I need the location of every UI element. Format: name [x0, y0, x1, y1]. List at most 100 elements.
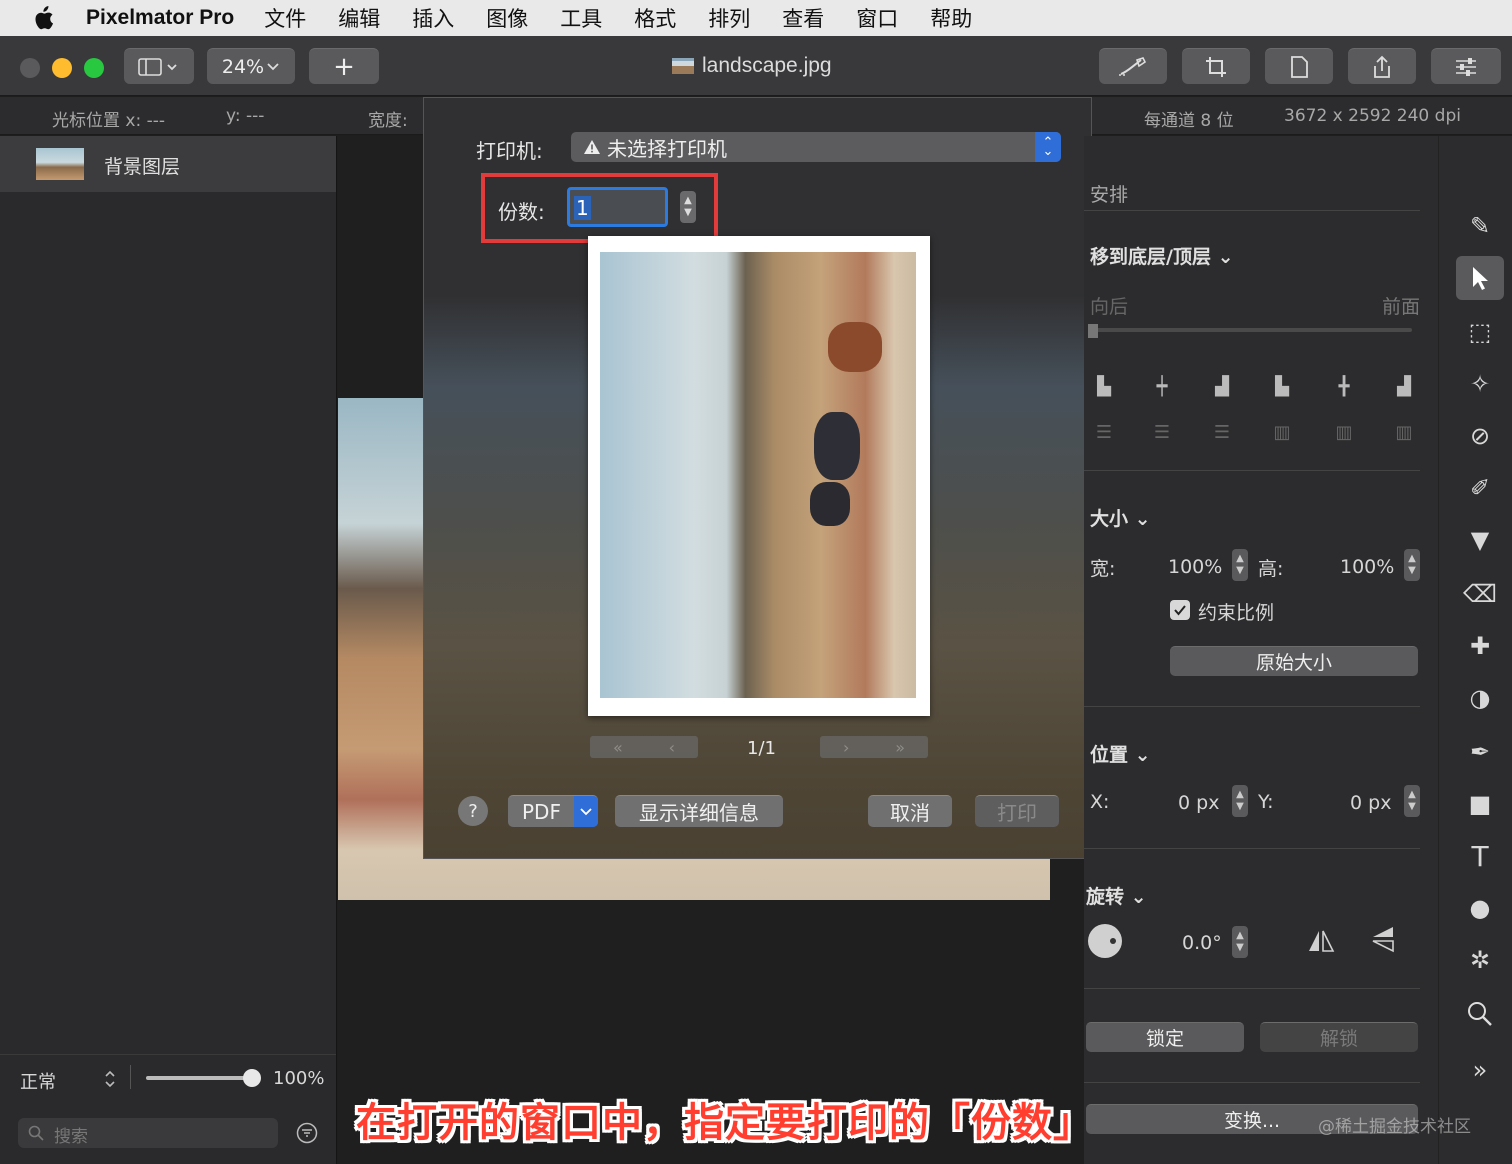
zoom-window-button[interactable]: [84, 58, 104, 78]
align-center-h-icon[interactable]: ┿: [1150, 376, 1174, 398]
magic-select-icon[interactable]: ✧: [1456, 362, 1504, 406]
distribute-icon[interactable]: ☰: [1092, 422, 1116, 444]
retouch-icon[interactable]: ✚: [1456, 624, 1504, 668]
menu-view[interactable]: 查看: [782, 3, 824, 33]
align-left-top-icon[interactable]: ▙: [1092, 376, 1116, 398]
x-stepper[interactable]: ▲ ▼: [1232, 785, 1248, 817]
move-to-back-front-menu[interactable]: 移到底层/顶层 ⌄: [1090, 242, 1234, 269]
x-value[interactable]: 0 px: [1178, 792, 1219, 814]
flip-horizontal-icon[interactable]: [1306, 928, 1336, 954]
prev-page-icon[interactable]: ‹: [669, 738, 675, 757]
first-page-icon[interactable]: «: [613, 738, 623, 757]
apple-menu-icon[interactable]: [0, 6, 86, 30]
menu-arrange[interactable]: 排列: [708, 3, 750, 33]
show-details-button[interactable]: 显示详细信息: [615, 795, 783, 827]
distribute-icon[interactable]: ▥: [1270, 422, 1294, 444]
copies-stepper[interactable]: ▲ ▼: [680, 191, 696, 223]
document-button[interactable]: [1265, 48, 1333, 84]
rectangle-select-icon[interactable]: ⬚: [1456, 310, 1504, 354]
paint-brush-icon[interactable]: ✐: [1456, 466, 1504, 510]
pdf-label: PDF: [522, 799, 561, 824]
color-picker-icon[interactable]: ●: [1456, 886, 1504, 930]
rotation-value[interactable]: 0.0°: [1182, 932, 1222, 954]
rotation-stepper[interactable]: ▲ ▼: [1232, 926, 1248, 958]
cancel-button[interactable]: 取消: [868, 795, 952, 827]
adjustments-button[interactable]: [1431, 48, 1501, 84]
style-tool-icon[interactable]: ✎: [1456, 204, 1504, 248]
menu-window[interactable]: 窗口: [856, 3, 898, 33]
minimize-window-button[interactable]: [52, 58, 72, 78]
eraser-icon[interactable]: ⌫: [1456, 572, 1504, 616]
arrange-inspector: 安排 移到底层/顶层 ⌄ 向后 前面 ▙ ┿ ▟ ▙ ╋ ▟ ☰ ☰ ☰ ▥ ▥…: [1084, 136, 1438, 1164]
document-icon: [1291, 55, 1308, 78]
width-stepper[interactable]: ▲ ▼: [1232, 549, 1248, 581]
align-right-icon[interactable]: ▟: [1392, 376, 1416, 398]
color-adjust-icon[interactable]: ⊘: [1456, 414, 1504, 458]
lock-button[interactable]: 锁定: [1086, 1022, 1244, 1052]
layer-order-slider[interactable]: [1088, 324, 1412, 338]
share-button[interactable]: [1348, 48, 1416, 84]
paint-bucket-icon[interactable]: ▼: [1456, 518, 1504, 562]
help-button[interactable]: ?: [458, 796, 488, 826]
opacity-slider-knob[interactable]: [243, 1069, 261, 1087]
slider-knob[interactable]: [1088, 324, 1098, 338]
last-page-icon[interactable]: »: [895, 738, 905, 757]
opacity-slider[interactable]: [146, 1069, 261, 1087]
filter-icon[interactable]: [296, 1122, 318, 1144]
height-stepper[interactable]: ▲ ▼: [1404, 549, 1420, 581]
align-center-v-icon[interactable]: ╋: [1332, 376, 1356, 398]
distribute-icon[interactable]: ▥: [1392, 422, 1416, 444]
distribute-icon[interactable]: ☰: [1210, 422, 1234, 444]
menu-image[interactable]: 图像: [486, 3, 528, 33]
y-value[interactable]: 0 px: [1350, 792, 1391, 814]
distribute-icon[interactable]: ▥: [1332, 422, 1356, 444]
pdf-menu-button[interactable]: PDF: [508, 795, 598, 827]
layer-search-field[interactable]: 搜索: [18, 1118, 278, 1148]
next-page-icon[interactable]: ›: [843, 738, 849, 757]
align-left-icon[interactable]: ▙: [1270, 376, 1294, 398]
rotation-dial[interactable]: [1088, 924, 1122, 958]
menu-tools[interactable]: 工具: [560, 3, 602, 33]
position-section-title[interactable]: 位置 ⌄: [1090, 740, 1151, 767]
menu-edit[interactable]: 编辑: [338, 3, 380, 33]
shape-icon[interactable]: ■: [1456, 782, 1504, 826]
constrain-checkbox[interactable]: [1170, 600, 1190, 620]
unlock-button[interactable]: 解锁: [1260, 1022, 1418, 1052]
layer-row[interactable]: 背景图层: [0, 136, 336, 192]
dial-indicator: [1110, 938, 1116, 944]
align-right-bottom-icon[interactable]: ▟: [1210, 376, 1234, 398]
next-page-buttons[interactable]: ›»: [820, 736, 928, 758]
rotate-section-title[interactable]: 旋转 ⌄: [1086, 882, 1147, 909]
style-tool-button[interactable]: [1099, 48, 1167, 84]
pen-icon[interactable]: ✒: [1456, 730, 1504, 774]
print-button[interactable]: 打印: [975, 795, 1059, 827]
menu-format[interactable]: 格式: [634, 3, 676, 33]
arrange-tool-icon[interactable]: [1456, 256, 1504, 300]
type-tool-icon[interactable]: T: [1456, 834, 1504, 878]
zoom-tool-icon[interactable]: [1456, 992, 1504, 1036]
size-section-title[interactable]: 大小 ⌄: [1090, 504, 1151, 531]
y-stepper[interactable]: ▲ ▼: [1404, 785, 1420, 817]
original-size-button[interactable]: 原始大小: [1170, 646, 1418, 676]
blend-mode-select[interactable]: 正常: [20, 1068, 56, 1094]
add-button[interactable]: +: [309, 48, 379, 84]
close-window-button[interactable]: [20, 58, 40, 78]
copies-input[interactable]: 1: [567, 187, 668, 227]
more-tools-icon[interactable]: »: [1456, 1048, 1504, 1092]
distribute-icon[interactable]: ☰: [1150, 422, 1174, 444]
crop-button[interactable]: [1182, 48, 1250, 84]
sidebar-toggle-button[interactable]: [124, 48, 194, 84]
menu-file[interactable]: 文件: [264, 3, 306, 33]
height-label: 高:: [1258, 558, 1284, 580]
effects-icon[interactable]: ✲: [1456, 938, 1504, 982]
printer-select[interactable]: 未选择打印机 ⌃ ⌄: [571, 132, 1061, 162]
menu-insert[interactable]: 插入: [412, 3, 454, 33]
flip-vertical-icon[interactable]: [1370, 924, 1396, 954]
width-value[interactable]: 100%: [1168, 556, 1222, 578]
prev-page-buttons[interactable]: «‹: [590, 736, 698, 758]
height-value[interactable]: 100%: [1340, 556, 1394, 578]
app-name-menu[interactable]: Pixelmator Pro: [86, 6, 234, 30]
zoom-menu-button[interactable]: 24%: [207, 48, 295, 84]
menu-help[interactable]: 帮助: [930, 3, 972, 33]
distort-icon[interactable]: ◑: [1456, 676, 1504, 720]
